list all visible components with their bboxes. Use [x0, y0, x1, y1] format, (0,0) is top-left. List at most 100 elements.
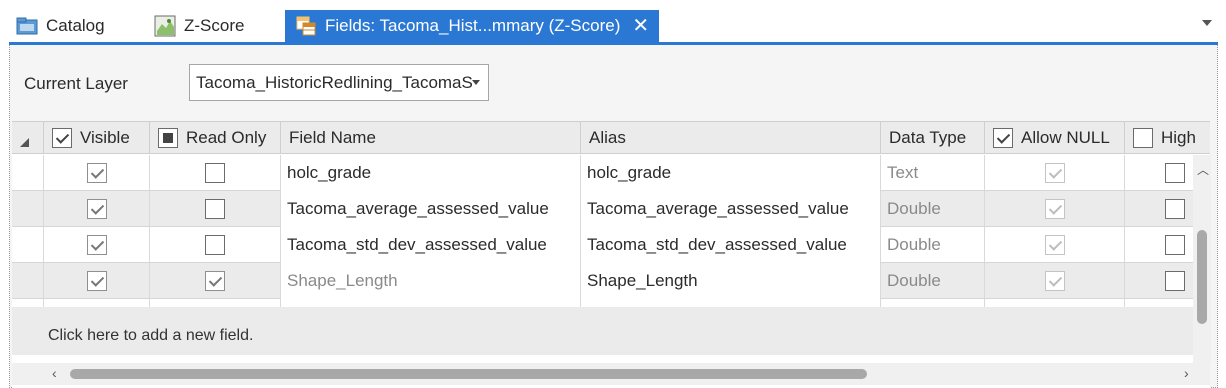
checkbox[interactable] — [1164, 163, 1185, 183]
data-type-cell[interactable]: Text — [881, 155, 985, 191]
tab-fields[interactable]: Fields: Tacoma_Hist...mmary (Z-Score) ✕ — [285, 10, 660, 42]
column-label: Allow NULL — [1021, 128, 1110, 147]
read-only-checkbox-cell[interactable] — [150, 155, 281, 191]
close-icon[interactable]: ✕ — [632, 16, 649, 36]
column-header-allow-null[interactable]: Allow NULL — [985, 122, 1125, 154]
field-name-text: Tacoma_average_assessed_value — [287, 199, 549, 218]
read-only-checkbox-cell[interactable] — [150, 191, 281, 227]
read-only-checkbox-cell[interactable] — [150, 227, 281, 263]
current-layer-bar: Current Layer Tacoma_HistoricRedlining_T… — [10, 45, 1217, 121]
field-name-cell[interactable]: holc_grade — [281, 155, 581, 191]
allow-null-header-checkbox[interactable] — [993, 128, 1013, 148]
checkbox[interactable] — [1164, 235, 1185, 255]
checkbox[interactable] — [1164, 199, 1185, 219]
checkbox[interactable] — [1044, 235, 1065, 255]
checkbox[interactable] — [205, 163, 225, 183]
read-only-header-checkbox[interactable] — [158, 128, 178, 148]
table-row[interactable]: Tacoma_average_assessed_value Tacoma_aver… — [12, 191, 1210, 227]
field-name-cell[interactable]: Tacoma_std_dev_assessed_value — [281, 227, 581, 263]
alias-cell[interactable]: holc_grade — [581, 155, 881, 191]
current-layer-dropdown[interactable]: Tacoma_HistoricRedlining_TacomaS — [189, 64, 489, 101]
checkbox[interactable] — [86, 163, 107, 183]
checkbox[interactable] — [1044, 163, 1065, 183]
visible-checkbox-cell[interactable] — [44, 191, 150, 227]
data-type-cell[interactable]: Double — [881, 263, 985, 299]
row-header-cell[interactable] — [12, 263, 44, 299]
field-name-text: holc_grade — [287, 163, 372, 182]
visible-checkbox-cell[interactable] — [44, 155, 150, 191]
alias-cell[interactable]: Tacoma_std_dev_assessed_value — [581, 227, 881, 263]
visible-checkbox-cell[interactable] — [44, 227, 150, 263]
checkbox[interactable] — [1164, 271, 1185, 291]
checkbox[interactable] — [86, 271, 107, 291]
horizontal-scroll-thumb[interactable] — [70, 369, 867, 379]
scroll-right-icon[interactable]: › — [1184, 365, 1189, 381]
column-label: Read Only — [186, 128, 267, 147]
row-header-cell[interactable] — [12, 155, 44, 191]
horizontal-scrollbar[interactable]: ‹ › — [12, 363, 1210, 385]
field-name-text: Tacoma_std_dev_assessed_value — [287, 235, 547, 254]
column-header-data-type[interactable]: Data Type — [881, 122, 985, 154]
chevron-down-icon[interactable] — [1202, 20, 1212, 26]
alias-cell[interactable]: Shape_Length — [581, 263, 881, 299]
catalog-icon — [16, 15, 38, 37]
vertical-scrollbar[interactable]: ︿ — [1193, 155, 1211, 365]
data-type-cell[interactable]: Double — [881, 227, 985, 263]
checkbox[interactable] — [86, 235, 107, 255]
column-label: Visible — [80, 128, 130, 147]
data-type-text: Double — [887, 235, 941, 254]
column-label: Field Name — [289, 128, 376, 147]
dropdown-arrow-icon — [472, 80, 480, 85]
corner-triangle-icon — [20, 137, 29, 147]
data-type-text: Text — [887, 163, 919, 182]
data-type-cell[interactable]: Double — [881, 191, 985, 227]
column-header-alias[interactable]: Alias — [581, 122, 881, 154]
allow-null-checkbox-cell[interactable] — [985, 155, 1125, 191]
alias-text: Tacoma_std_dev_assessed_value — [587, 235, 847, 254]
visible-checkbox-cell[interactable] — [44, 263, 150, 299]
document-tab-bar: Catalog Z-Score Fields: Tacoma_Hist...mm… — [0, 0, 1226, 42]
highlight-header-checkbox[interactable] — [1133, 128, 1153, 148]
column-header-highlight[interactable]: High — [1125, 122, 1210, 154]
row-header-cell[interactable] — [12, 227, 44, 263]
alias-text: Tacoma_average_assessed_value — [587, 199, 849, 218]
allow-null-checkbox-cell[interactable] — [985, 191, 1125, 227]
field-name-cell[interactable]: Shape_Length — [281, 263, 581, 299]
scroll-up-icon[interactable]: ︿ — [1197, 161, 1209, 178]
row-header-cell[interactable] — [12, 191, 44, 227]
table-row[interactable]: Tacoma_std_dev_assessed_value Tacoma_std_… — [12, 227, 1210, 263]
read-only-checkbox-cell[interactable] — [150, 263, 281, 299]
column-label: Data Type — [889, 128, 967, 147]
tab-z-score[interactable]: Z-Score — [154, 10, 244, 42]
checkbox[interactable] — [86, 199, 107, 219]
select-all-corner[interactable] — [12, 122, 44, 154]
data-type-text: Double — [887, 271, 941, 290]
field-name-cell[interactable]: Tacoma_average_assessed_value — [281, 191, 581, 227]
table-row[interactable]: Shape_Length Shape_Length Double — [12, 263, 1210, 299]
alias-cell[interactable]: Tacoma_average_assessed_value — [581, 191, 881, 227]
add-new-field-row[interactable]: Click here to add a new field. — [12, 307, 1210, 355]
fields-view-pane: Current Layer Tacoma_HistoricRedlining_T… — [9, 45, 1218, 388]
checkbox[interactable] — [205, 271, 225, 291]
tab-label: Catalog — [46, 16, 105, 35]
checkbox[interactable] — [205, 235, 225, 255]
checkbox[interactable] — [1044, 199, 1065, 219]
allow-null-checkbox-cell[interactable] — [985, 263, 1125, 299]
column-header-visible[interactable]: Visible — [44, 122, 150, 154]
tab-catalog[interactable]: Catalog — [16, 10, 105, 42]
table-row[interactable]: holc_grade holc_grade Text — [12, 155, 1210, 191]
current-layer-value: Tacoma_HistoricRedlining_TacomaS — [196, 73, 473, 92]
checkbox[interactable] — [205, 199, 225, 219]
visible-header-checkbox[interactable] — [52, 128, 72, 148]
fields-grid: Visible Read Only Field Name Alias Data … — [12, 121, 1210, 388]
column-header-read-only[interactable]: Read Only — [150, 122, 281, 154]
vertical-scroll-thumb[interactable] — [1197, 230, 1207, 324]
scroll-left-icon[interactable]: ‹ — [52, 365, 57, 381]
column-header-field-name[interactable]: Field Name — [281, 122, 581, 154]
current-layer-label: Current Layer — [24, 74, 128, 93]
map-icon — [154, 15, 176, 37]
allow-null-checkbox-cell[interactable] — [985, 227, 1125, 263]
alias-text: holc_grade — [587, 163, 672, 182]
checkbox[interactable] — [1044, 271, 1065, 291]
column-label: Alias — [589, 128, 626, 147]
